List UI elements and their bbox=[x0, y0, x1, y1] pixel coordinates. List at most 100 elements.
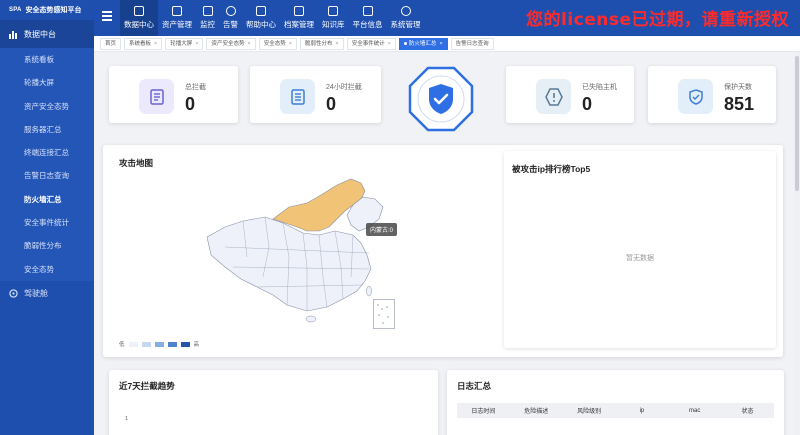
stat-card-24h-blocked: 24小时拦截 0 bbox=[250, 66, 381, 123]
col-danger-desc: 危险描述 bbox=[524, 409, 549, 415]
legend-swatch bbox=[141, 341, 151, 347]
tab-label: 系统看板 bbox=[129, 40, 152, 47]
nav-alarm[interactable]: 告警 bbox=[219, 0, 242, 36]
sidebar-item-firewall-summary[interactable]: 防火墙汇总 bbox=[0, 188, 94, 211]
legend-high-label: 高 bbox=[193, 342, 200, 348]
stat-card-protection-days: 保护天数 851 bbox=[648, 66, 776, 123]
nav-knowledge[interactable]: 知识库 bbox=[318, 0, 349, 36]
sidebar-item-alarm-log[interactable]: 告警日志查询 bbox=[0, 164, 94, 187]
nav-monitor[interactable]: 监控 bbox=[196, 0, 219, 36]
monitor-icon bbox=[202, 6, 213, 16]
sidebar-section-cockpit[interactable]: 驾驶舱 bbox=[0, 281, 94, 306]
sidebar-item-system-board[interactable]: 系统看板 bbox=[0, 48, 94, 71]
close-icon[interactable]: × bbox=[195, 41, 198, 47]
archive-icon bbox=[294, 6, 304, 16]
bar-chart-icon bbox=[9, 30, 18, 39]
tab-label: 脆弱性分布 bbox=[304, 40, 333, 47]
nav-help[interactable]: 帮助中心 bbox=[242, 0, 280, 36]
stat-card-compromised-hosts: 已失陷主机 0 bbox=[506, 66, 634, 123]
close-icon[interactable]: × bbox=[335, 41, 338, 47]
sidebar-menu: 系统看板 轮播大屏 资产安全态势 服务器汇总 终端连接汇总 告警日志查询 防火墙… bbox=[0, 48, 94, 281]
close-icon[interactable]: × bbox=[439, 41, 442, 47]
empty-state: 暂无数据 bbox=[626, 255, 654, 262]
sidebar-section-data-center[interactable]: 数据中台 bbox=[0, 20, 94, 48]
sidebar: SPA 安全态势感知平台 数据中台 系统看板 轮播大屏 资产安全态势 服务器汇总… bbox=[0, 0, 94, 435]
sidebar-item-event-stats[interactable]: 安全事件统计 bbox=[0, 211, 94, 234]
log-panel: 日志汇总 日志时间 危险描述 风险级别 ip mac 状态 bbox=[447, 370, 784, 435]
help-icon bbox=[256, 6, 266, 16]
attack-map-title: 攻击地图 bbox=[119, 158, 154, 168]
sidebar-item-situation[interactable]: 安全态势 bbox=[0, 258, 94, 281]
tab-firewall-summary[interactable]: 防火墙汇总 × bbox=[398, 37, 448, 50]
tab-home[interactable]: 首页 bbox=[100, 37, 122, 50]
map-tooltip: 内蒙古:0 bbox=[366, 223, 398, 236]
tab-label: 轮播大屏 bbox=[170, 40, 193, 47]
document-icon bbox=[280, 79, 315, 114]
nav-platform[interactable]: 平台信息 bbox=[349, 0, 387, 36]
close-icon[interactable]: × bbox=[154, 41, 157, 47]
log-title: 日志汇总 bbox=[457, 381, 492, 391]
stat-label: 保护天数 bbox=[724, 84, 752, 91]
menu-toggle-icon[interactable] bbox=[102, 11, 112, 21]
top5-title: 被攻击ip排行榜Top5 bbox=[512, 164, 591, 174]
close-icon[interactable]: × bbox=[388, 41, 391, 47]
top-nav: 数据中心 资产管理 监控 告警 帮助中心 档案管理 知识库 平台信息 系统管理 bbox=[120, 0, 425, 36]
stat-label: 总拦截 bbox=[185, 84, 206, 91]
tab-alarm-log[interactable]: 告警日志查询 bbox=[450, 37, 494, 50]
shield-check-icon bbox=[678, 79, 713, 114]
nav-label: 档案管理 bbox=[284, 20, 314, 29]
logo: SPA bbox=[9, 7, 22, 13]
stat-value: 851 bbox=[724, 94, 755, 114]
tab-label: 告警日志查询 bbox=[455, 40, 489, 47]
log-table-header: 日志时间 危险描述 风险级别 ip mac 状态 bbox=[457, 403, 774, 418]
tab-situation[interactable]: 安全态势 × bbox=[258, 37, 297, 50]
stat-value: 0 bbox=[582, 94, 593, 114]
y-axis-tick: 1 bbox=[125, 416, 129, 422]
tab-label: 安全态势 bbox=[263, 40, 286, 47]
nav-label: 知识库 bbox=[322, 20, 345, 29]
stat-label: 24小时拦截 bbox=[326, 84, 362, 91]
legend-low-label: 低 bbox=[119, 342, 125, 348]
tab-vulnerability[interactable]: 脆弱性分布 × bbox=[299, 37, 344, 50]
close-icon[interactable]: × bbox=[248, 41, 251, 47]
top5-panel: 被攻击ip排行榜Top5 暂无数据 bbox=[504, 151, 776, 348]
sidebar-section2-label: 驾驶舱 bbox=[24, 288, 48, 298]
scrollbar-thumb[interactable] bbox=[795, 56, 799, 191]
data-center-icon bbox=[134, 6, 144, 16]
tab-system-board[interactable]: 系统看板 × bbox=[124, 37, 163, 50]
sidebar-item-terminal-summary[interactable]: 终端连接汇总 bbox=[0, 141, 94, 164]
tab-label: 防火墙汇总 bbox=[408, 40, 437, 47]
sidebar-item-asset-security[interactable]: 资产安全态势 bbox=[0, 95, 94, 118]
gear-icon bbox=[400, 6, 411, 16]
nav-asset[interactable]: 资产管理 bbox=[158, 0, 196, 36]
tab-label: 首页 bbox=[105, 40, 117, 47]
legend-swatch bbox=[167, 341, 177, 347]
col-log-time: 日志时间 bbox=[471, 409, 496, 415]
sidebar-item-carousel[interactable]: 轮播大屏 bbox=[0, 71, 94, 94]
close-icon[interactable]: × bbox=[289, 41, 292, 47]
col-mac: mac bbox=[689, 407, 701, 414]
shield-check-icon bbox=[408, 66, 474, 132]
map-region-taiwan bbox=[366, 285, 372, 297]
sidebar-item-server-summary[interactable]: 服务器汇总 bbox=[0, 118, 94, 141]
sidebar-item-vulnerability[interactable]: 脆弱性分布 bbox=[0, 234, 94, 257]
col-risk-level: 风险级别 bbox=[577, 409, 602, 415]
nav-data-center[interactable]: 数据中心 bbox=[120, 0, 158, 36]
tab-event-stats[interactable]: 安全事件统计 × bbox=[346, 37, 396, 50]
legend-swatch bbox=[128, 341, 138, 347]
nav-label: 数据中心 bbox=[124, 20, 154, 29]
attack-map-section: 攻击地图 内蒙古:0 低 高 被攻击ip排行榜Top5 暂无数据 bbox=[103, 145, 783, 357]
tab-label: 资产安全态势 bbox=[211, 40, 245, 47]
legend-swatch bbox=[154, 341, 164, 347]
nav-label: 系统管理 bbox=[390, 20, 421, 29]
nav-archive[interactable]: 档案管理 bbox=[280, 0, 318, 36]
tab-carousel[interactable]: 轮播大屏 × bbox=[165, 37, 204, 50]
nav-label: 告警 bbox=[223, 20, 238, 29]
tab-asset-security[interactable]: 资产安全态势 × bbox=[206, 37, 256, 50]
stat-value: 0 bbox=[326, 94, 337, 114]
stat-label: 已失陷主机 bbox=[582, 84, 617, 91]
shield-badge bbox=[408, 66, 474, 132]
tab-label: 安全事件统计 bbox=[351, 40, 385, 47]
page-scrollbar[interactable] bbox=[794, 52, 800, 435]
nav-system[interactable]: 系统管理 bbox=[387, 0, 425, 36]
